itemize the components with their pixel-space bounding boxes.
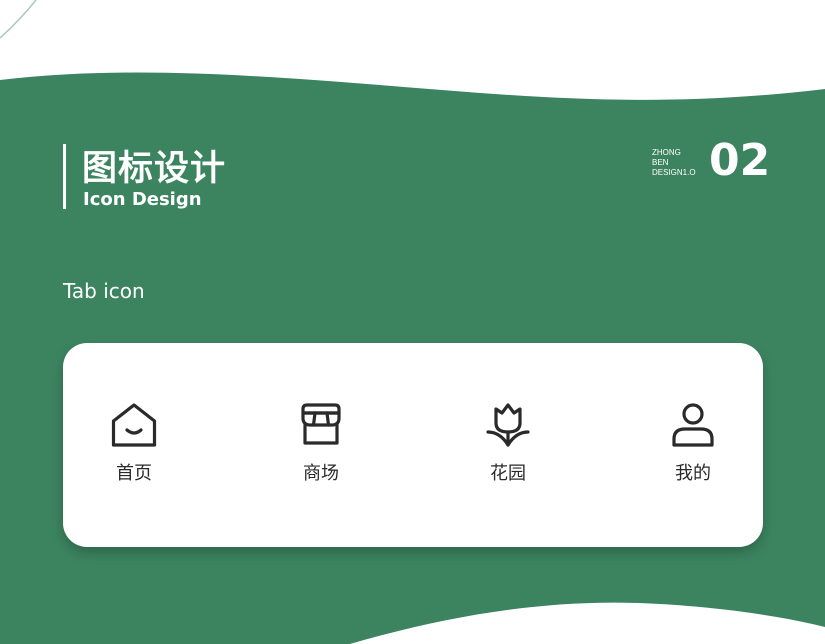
decorative-arc	[0, 0, 37, 39]
brand-line-3: DESIGN1.O	[652, 168, 696, 177]
brand-line-1: ZHONG	[652, 148, 681, 157]
page-title: 图标设计	[82, 149, 227, 189]
header-accent-bar	[63, 144, 66, 209]
tab-store[interactable]: 商场	[271, 401, 371, 501]
tab-label-me: 我的	[675, 463, 711, 484]
user-icon	[669, 401, 717, 449]
tab-label-garden: 花园	[490, 463, 526, 484]
flower-icon	[484, 401, 532, 449]
section-label: Tab icon	[63, 279, 145, 303]
background-waves	[0, 0, 825, 644]
tab-label-home: 首页	[116, 463, 152, 484]
page-subtitle: Icon Design	[83, 189, 202, 210]
home-icon	[110, 401, 158, 449]
page-number: 02	[709, 135, 771, 186]
tab-me[interactable]: 我的	[643, 401, 743, 501]
tab-label-store: 商场	[303, 463, 339, 484]
tab-home[interactable]: 首页	[84, 401, 184, 501]
tab-bar-card: 首页 商场 花园 我的	[63, 343, 763, 547]
brand-text: ZHONG BEN DESIGN1.O	[652, 148, 696, 178]
brand-line-2: BEN	[652, 158, 669, 167]
tab-garden[interactable]: 花园	[458, 401, 558, 501]
store-icon	[297, 401, 345, 449]
